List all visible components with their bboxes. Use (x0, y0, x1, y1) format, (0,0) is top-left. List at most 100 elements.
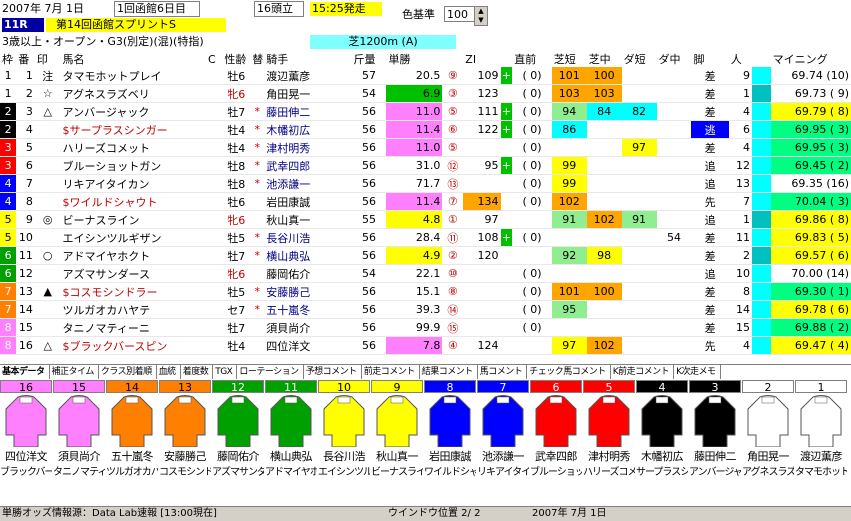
tab-13[interactable]: K次走メモ (674, 365, 721, 379)
horse-number: 12 (16, 264, 35, 283)
horse-name[interactable]: $コスモシンドラー (60, 282, 207, 301)
ninki-cell: 7 (728, 192, 752, 211)
silk-column[interactable]: 12 藤岡佑介アズマサンダース (212, 380, 264, 482)
tab-3[interactable]: 血統 (157, 365, 181, 379)
table-row[interactable]: 2 3 △ アンバージャック 牡7 * 藤田伸二 56 11.0 ⑤ 111 +( 0) 94 84 82 差… (0, 102, 851, 121)
shiba-tan: 94 (551, 102, 587, 121)
silk-column[interactable]: 10 長谷川浩エイシンツルギザン (318, 380, 370, 482)
horse-name[interactable]: $ワイルドシャウト (60, 192, 207, 211)
popularity-rank: ⑧ (442, 282, 464, 301)
table-row[interactable]: 8 16 △ $ブラックバースピン 牡4 四位洋文 56 7.8 ④ 124 97 102 先 4 69.4… (0, 336, 851, 355)
da-naka (656, 210, 692, 229)
color-base-spinner[interactable]: ▲ ▼ (474, 6, 488, 26)
table-row[interactable]: 7 14 ツルガオカハヤテ セ7 * 五十嵐冬 56 39.3 ⑭( 0) 95 差 14 69.78 … (0, 300, 851, 319)
silk-column[interactable]: 5 津村明秀ハリーズコメット (583, 380, 635, 482)
horse-name[interactable]: ツルガオカハヤテ (60, 300, 207, 319)
tab-2[interactable]: クラス別着順 (99, 365, 157, 379)
table-row[interactable]: 4 8 $ワイルドシャウト 牡6 岩田康誠 56 11.4 ⑦ 134 ( 0) 102 先 7 70.0… (0, 192, 851, 211)
chokuzen-cell (512, 336, 552, 355)
tab-7[interactable]: 予想コメント (304, 365, 362, 379)
change-mark: * (250, 156, 265, 175)
kyaku-cell: 先 (691, 192, 729, 211)
horse-name[interactable]: ブルーショットガン (60, 156, 207, 175)
silk-horse: エイシンツルギザン (318, 467, 370, 478)
silk-column[interactable]: 13 安藤勝己コスモシンドラー (159, 380, 211, 482)
table-row[interactable]: 6 11 ○ アドマイヤホクト 牡7 * 横山典弘 56 4.9 ② 120 92 98 差 2 69.57 … (0, 246, 851, 265)
silk-column[interactable]: 9 秋山真一ビーナスライン (371, 380, 423, 482)
column-header: 替 (252, 53, 264, 66)
change-mark: * (250, 282, 265, 301)
silk-column[interactable]: 3 藤田伸二アンバージャック (689, 380, 741, 482)
horse-name[interactable]: タニノマティーニ (60, 318, 207, 337)
mark-cell (34, 192, 61, 211)
silk-column[interactable]: 11 横山典弘アドマイヤホクト (265, 380, 317, 482)
kyaku-cell: 差 (691, 246, 729, 265)
mark-cell (34, 156, 61, 175)
table-row[interactable]: 4 7 リキアイタイカン 牡8 * 池添謙一 56 71.7 ⑬ ( 0) 99 追 13 69.35 (… (0, 174, 851, 193)
column-header: 人 (730, 53, 742, 66)
silk-column[interactable]: 16 四位洋文ブラックバースピン (0, 380, 52, 482)
table-row[interactable]: 1 2 ☆ アグネスラズベリ 牝6 角田晃一 54 6.9 ③ 123( 0) 103 103 差 1 69… (0, 84, 851, 103)
table-row[interactable]: 3 6 ブルーショットガン 牡8 * 武幸四郎 56 31.0 ⑫ 95 +( 0) 99 追 12 69.… (0, 156, 851, 175)
tab-11[interactable]: チェック馬コメント (527, 365, 611, 379)
table-row[interactable]: 1 1 注タマモホットプレイ 牡6 渡辺薫彦 57 20.5 ⑨ 109 +( 0) 101 100 差… (0, 67, 851, 85)
tab-10[interactable]: 馬コメント (478, 365, 528, 379)
color-base-input[interactable] (444, 6, 476, 22)
shiba-naka (586, 156, 622, 175)
table-row[interactable]: 7 13 ▲ $コスモシンドラー 牡5 * 安藤勝己 56 15.1 ⑧ ( 0) 101 100 差 8 6… (0, 282, 851, 301)
table-row[interactable]: 3 5 ハリーズコメット 牡4 * 津村明秀 56 11.0 ⑤ ( 0) 97 差 4 69.95 ( … (0, 138, 851, 157)
silk-jockey: 渡辺薫彦 (800, 450, 843, 463)
mining-score: 69.47 ( 4) (770, 336, 851, 355)
horse-name[interactable]: アンバージャック (60, 102, 207, 121)
da-tan (621, 156, 657, 175)
silk-column[interactable]: 6 武幸四郎ブルーショットガン (530, 380, 582, 482)
horse-name[interactable]: ハリーズコメット (60, 138, 207, 157)
c-cell (206, 264, 223, 283)
sex-age: 牡7 (222, 318, 251, 337)
horse-name[interactable]: タマモホットプレイ (60, 67, 207, 85)
table-row[interactable]: 2 4 $サープラスシンガー 牡4 * 木幡初広 56 11.4 ⑥ 122 +( 0) 86 逃 6 69… (0, 120, 851, 139)
silk-column[interactable]: 1 渡辺薫彦タマモホットプレイ (795, 380, 847, 482)
kyaku-cell: 追 (691, 264, 729, 283)
ninki-cell: 14 (728, 300, 752, 319)
table-row[interactable]: 5 10 エイシンツルギザン 牡5 * 長谷川浩 56 28.4 ⑪ 108 +( 0) 54 差 11 6… (0, 228, 851, 247)
horse-name[interactable]: $ブラックバースピン (60, 336, 207, 355)
zi-cell: 109 (463, 67, 501, 85)
race-date: 2007年 7月 1日 (2, 2, 84, 15)
table-row[interactable]: 8 15 タニノマティーニ 牡7 須貝尚介 56 99.9 ⑮( 0) 差 15 69.88 ( 2… (0, 318, 851, 337)
tab-5[interactable]: TGX (213, 365, 238, 379)
silk-column[interactable]: 15 須貝尚介タニノマティーニ (53, 380, 105, 482)
horse-name[interactable]: $サープラスシンガー (60, 120, 207, 139)
zi-cell: 95 (463, 156, 501, 175)
horse-name[interactable]: アドマイヤホクト (60, 246, 207, 265)
horse-name[interactable]: アグネスラズベリ (60, 84, 207, 103)
horse-name[interactable]: アズマサンダース (60, 264, 207, 283)
mining-score: 69.57 ( 6) (770, 246, 851, 265)
tab-1[interactable]: 補正タイム (50, 365, 99, 379)
horse-number: 5 (16, 138, 35, 157)
mark-cell: ☆ (34, 84, 61, 103)
tab-6[interactable]: ローテーション (237, 365, 304, 379)
horse-name[interactable]: エイシンツルギザン (60, 228, 207, 247)
silk-icon (110, 395, 154, 448)
silk-column[interactable]: 4 木幡初広サープラスシンガー (636, 380, 688, 482)
tab-9[interactable]: 結果コメント (420, 365, 478, 379)
table-row[interactable]: 6 12 アズマサンダース 牝6 藤岡佑介 54 22.1 ⑩ ( 0) 追 10 70.00 (14… (0, 264, 851, 283)
silk-column[interactable]: 2 角田晃一アグネスラズベリ (742, 380, 794, 482)
da-tan (621, 318, 657, 337)
horse-name[interactable]: リキアイタイカン (60, 174, 207, 193)
tab-4[interactable]: 着度数 (181, 365, 214, 379)
chokuzen-cell: ( 0) (512, 138, 552, 157)
table-row[interactable]: 5 9 ◎ ビーナスライン 牝6 秋山真一 55 4.8 ① 97 91 102 91 追 1 69.86 (… (0, 210, 851, 229)
silk-column[interactable]: 8 岩田康誠ワイルドシャウト (424, 380, 476, 482)
rank-bar (751, 300, 771, 319)
weight-cell: 56 (351, 120, 387, 139)
chokuzen-cell (512, 210, 552, 229)
horse-name[interactable]: ビーナスライン (60, 210, 207, 229)
ninki-cell: 10 (728, 264, 752, 283)
silk-column[interactable]: 7 池添謙一リキアイタイカン (477, 380, 529, 482)
tab-8[interactable]: 前走コメント (362, 365, 420, 379)
tab-0[interactable]: 基本データ (0, 365, 50, 379)
tab-12[interactable]: K前走コメント (611, 365, 675, 379)
silk-column[interactable]: 14 五十嵐冬ツルガオカハヤテ (106, 380, 158, 482)
